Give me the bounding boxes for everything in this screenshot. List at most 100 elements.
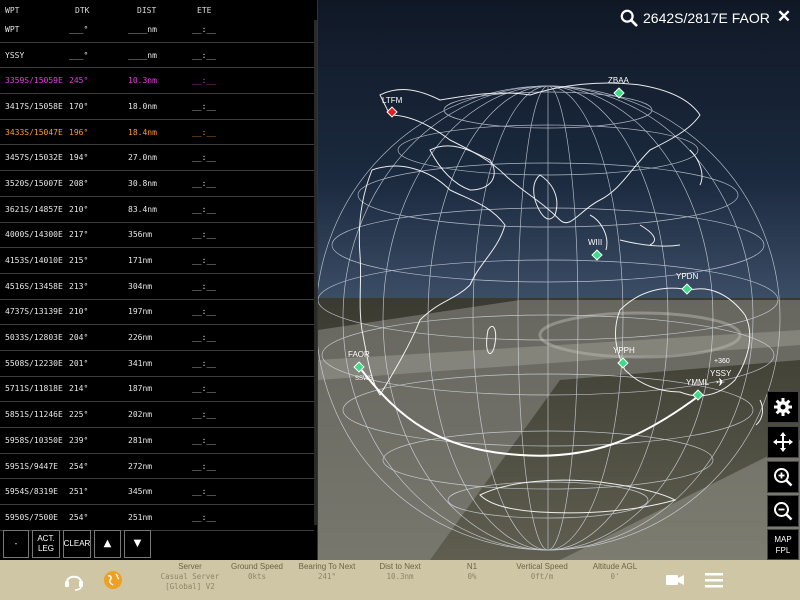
waypoint-name: 5950S/7500E	[5, 512, 58, 522]
flight-plan-row[interactable]: 5508S/12230E 201° 341nm __:__	[0, 351, 314, 377]
desired-track: 245°	[69, 76, 89, 86]
airport-marker-zbaa[interactable]: ZBAA	[608, 76, 634, 99]
leg-distance: ____nm	[128, 50, 157, 60]
waypoint-name: 4000S/14300E	[5, 230, 63, 240]
airport-marker-faor[interactable]: FAOR SSWS	[348, 350, 378, 384]
stat-value: 241°	[317, 572, 337, 581]
desired-track: 213°	[69, 281, 89, 291]
move-up-button[interactable]: ▲	[94, 530, 121, 558]
stat-label: Bearing To Next	[298, 562, 356, 571]
menu-icon[interactable]	[703, 569, 725, 591]
header-dist: DIST	[137, 5, 157, 15]
stat-altitude-agl: Altitude AGL 0'	[584, 562, 646, 582]
clear-button[interactable]: CLEAR	[63, 530, 91, 558]
flight-plan-row[interactable]: 3359S/15059E 245° 10.3nm __:__	[0, 68, 314, 95]
waypoint-name: 3621S/14857E	[5, 204, 63, 214]
desired-track: ___°	[69, 50, 89, 60]
header-dtk: DTK	[75, 5, 90, 15]
desired-track: 217°	[69, 230, 89, 240]
flight-plan-row[interactable]: 4000S/14300E 217° 356nm __:__	[0, 223, 314, 249]
estimated-time-enroute: __:__	[192, 50, 217, 60]
flight-plan-row[interactable]: 5711S/11818E 214° 187nm __:__	[0, 377, 314, 403]
leg-distance: 18.4nm	[128, 127, 157, 137]
estimated-time-enroute: __:__	[192, 281, 217, 291]
flight-plan-row[interactable]: 4737S/13139E 210° 197nm __:__	[0, 300, 314, 326]
stat-value: 10.3nm	[386, 572, 414, 581]
waypoint-name: 4153S/14010E	[5, 256, 63, 266]
estimated-time-enroute: __:__	[192, 256, 217, 266]
leg-distance: 18.0nm	[128, 101, 157, 111]
desired-track: 204°	[69, 333, 89, 343]
settings-button[interactable]	[767, 391, 799, 423]
flight-plan-row[interactable]: WPT ___° ____nm __:__	[0, 17, 314, 43]
flight-plan-row[interactable]: 3417S/15058E 170° 18.0nm __:__	[0, 94, 314, 120]
flight-plan-row[interactable]: 5851S/11246E 225° 202nm __:__	[0, 402, 314, 428]
desired-track: 196°	[69, 127, 89, 137]
flight-plan-row[interactable]: 5958S/10350E 239° 281nm __:__	[0, 428, 314, 454]
stat-n1: N1 0%	[450, 562, 494, 582]
estimated-time-enroute: __:__	[192, 76, 217, 86]
airport-label-zbaa: ZBAA	[608, 76, 629, 85]
waypoint-name: 5033S/12803E	[5, 333, 63, 343]
estimated-time-enroute: __:__	[192, 101, 217, 111]
globe-icon[interactable]	[102, 569, 124, 591]
leg-distance: 30.8nm	[128, 178, 157, 188]
flight-plan-row[interactable]: 4153S/14010E 215° 171nm __:__	[0, 248, 314, 274]
estimated-time-enroute: __:__	[192, 358, 217, 368]
leg-distance: 171nm	[128, 256, 153, 266]
activate-leg-label: ACT. LEG	[37, 534, 55, 553]
zoom-out-button[interactable]	[767, 495, 799, 527]
camera-icon[interactable]	[664, 569, 686, 591]
green-pin-icon	[613, 87, 625, 99]
flight-plan-panel: WPT DTK DIST ETE WPT ___° ____nm __:__ YSSY _…	[0, 0, 318, 560]
stat-value: 0ft/m	[530, 572, 554, 581]
map-fpl-button[interactable]: MAP FPL	[767, 529, 799, 560]
flight-plan-toolbar: - ACT. LEG CLEAR ▲ ▼	[3, 530, 151, 558]
leg-distance: 304nm	[128, 281, 153, 291]
aircraft-icon: ✈	[716, 376, 726, 389]
desired-track: 239°	[69, 435, 89, 445]
flight-plan-row[interactable]: 5951S/9447E 254° 272nm __:__	[0, 454, 314, 480]
flight-plan-row[interactable]: 4516S/13458E 213° 304nm __:__	[0, 274, 314, 300]
activate-leg-button[interactable]: ACT. LEG	[32, 530, 60, 558]
flight-plan-row[interactable]: YSSY ___° ____nm __:__	[0, 43, 314, 69]
stat-bearing-to-next: Bearing To Next 241°	[294, 562, 360, 582]
green-pin-icon	[617, 357, 629, 369]
airport-marker-ypph[interactable]: YPPH	[613, 346, 639, 369]
leg-distance: ____nm	[128, 24, 157, 34]
flight-plan-row[interactable]: 5950S/7500E 254° 251nm __:__	[0, 505, 314, 531]
waypoint-name: 5851S/11246E	[5, 410, 63, 420]
header-wpt: WPT	[5, 5, 20, 15]
airport-marker-ltfm[interactable]: LTFM	[382, 96, 404, 118]
search-bar[interactable]: 2642S/2817E FAOR	[620, 7, 770, 29]
flight-plan-row[interactable]: 3457S/15032E 194° 27.0nm __:__	[0, 145, 314, 172]
estimated-time-enroute: __:__	[192, 512, 217, 522]
flight-plan-row[interactable]: 5033S/12803E 204° 226nm __:__	[0, 325, 314, 351]
headset-icon[interactable]	[63, 569, 85, 591]
desired-track: 251°	[69, 487, 89, 497]
desired-track: 254°	[69, 512, 89, 522]
airport-marker-wiii[interactable]: WIII	[588, 238, 614, 261]
flight-plan-row[interactable]: 3621S/14857E 210° 83.4nm __:__	[0, 197, 314, 223]
airport-marker-ypdn[interactable]: YPDN	[676, 272, 702, 295]
gear-icon	[774, 398, 792, 416]
stat-value: Casual Server [Global] V2	[160, 572, 220, 591]
estimated-time-enroute: __:__	[192, 435, 217, 445]
airport-marker-yssy[interactable]: +360 YSSY ✈	[708, 358, 738, 388]
remove-waypoint-button[interactable]: -	[3, 530, 29, 558]
waypoint-name: YSSY	[5, 50, 25, 60]
estimated-time-enroute: __:__	[192, 204, 217, 214]
waypoint-name: 3457S/15032E	[5, 153, 63, 163]
zoom-in-button[interactable]	[767, 461, 799, 493]
close-icon[interactable]: ✕	[774, 7, 794, 27]
red-pin-icon	[386, 106, 398, 118]
flight-plan-row[interactable]: 5954S/8319E 251° 345nm __:__	[0, 479, 314, 506]
recenter-button[interactable]	[767, 426, 799, 458]
flight-plan-scrollbar[interactable]	[314, 20, 317, 525]
stat-value: 0kts	[247, 572, 267, 581]
flight-plan-row[interactable]: 3433S/15047E 196° 18.4nm __:__	[0, 120, 314, 146]
desired-track: 254°	[69, 461, 89, 471]
flight-plan-row[interactable]: 3520S/15007E 208° 30.8nm __:__	[0, 171, 314, 197]
waypoint-name: 4737S/13139E	[5, 307, 63, 317]
move-down-button[interactable]: ▼	[124, 530, 151, 558]
